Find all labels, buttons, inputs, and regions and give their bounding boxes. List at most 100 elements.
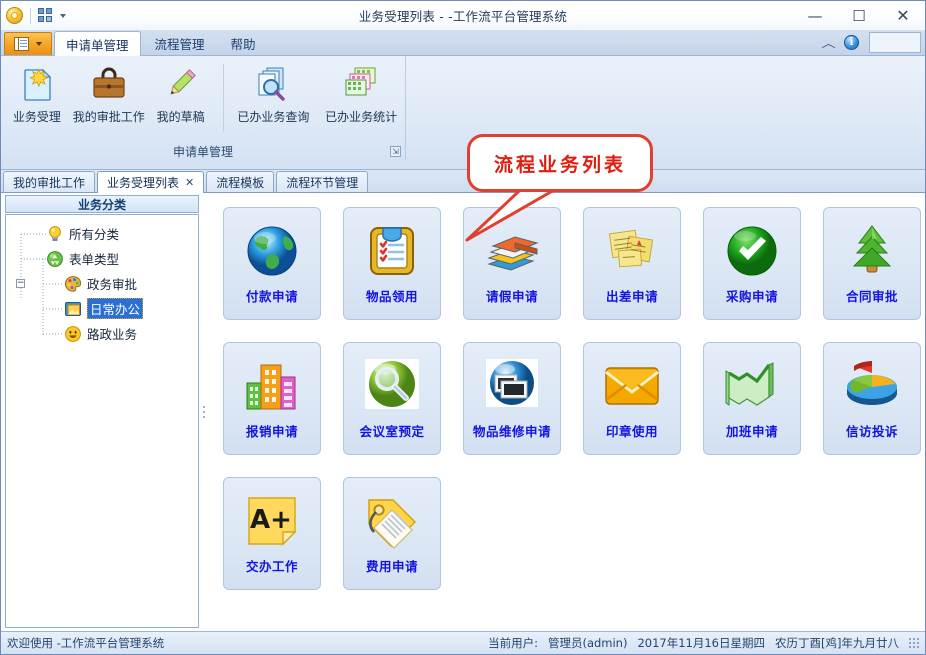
ribbon-tab-application-form[interactable]: 申请单管理 xyxy=(54,31,141,56)
tile-label: 费用申请 xyxy=(365,559,418,574)
ribbon-button-label: 已办业务统计 xyxy=(325,110,398,124)
ribbon-group-application-form: 业务受理 我的审批工作 我的草稿 已办业务查询 已办业务统计 申请单管理 ⇲ xyxy=(1,56,406,160)
buildings-icon xyxy=(241,355,303,417)
tree-item-daily-office[interactable]: 日常办公 xyxy=(6,296,198,321)
window-controls: — ☐ ✕ xyxy=(793,1,925,30)
tile-label: 印章使用 xyxy=(605,424,658,439)
category-tree[interactable]: 所有分类 − 表单类型 政务审批 日常办公 路政业务 xyxy=(5,214,199,628)
tile-contract-approval[interactable]: 合同审批 xyxy=(823,207,921,320)
ribbon-panel: 业务受理 我的审批工作 我的草稿 已办业务查询 已办业务统计 申请单管理 ⇲ 流… xyxy=(1,56,925,242)
ribbon-button-business-acceptance[interactable]: 业务受理 xyxy=(1,60,73,125)
callout-text: 流程业务列表 xyxy=(467,134,653,192)
magnifier-globe-icon xyxy=(361,355,423,417)
info-icon[interactable]: i xyxy=(844,35,859,50)
tile-label: 加班申请 xyxy=(725,424,778,439)
tile-meeting-room-booking[interactable]: 会议室预定 xyxy=(343,342,441,455)
area-chart-icon xyxy=(721,355,783,417)
smiley-icon xyxy=(64,325,82,343)
doc-tab-process-template[interactable]: 流程模板 xyxy=(206,171,275,192)
callout-bubble: 流程业务列表 xyxy=(465,134,653,242)
app-orb-icon[interactable] xyxy=(6,7,23,24)
maximize-button[interactable]: ☐ xyxy=(837,1,881,30)
ribbon-tab-tools: ︿ i xyxy=(821,30,925,55)
doc-tab-label: 我的审批工作 xyxy=(13,175,86,190)
ribbon-button-label: 我的草稿 xyxy=(156,110,205,124)
ribbon-button-label: 我的审批工作 xyxy=(72,110,145,124)
ribbon-button-my-draft[interactable]: 我的草稿 xyxy=(145,60,217,125)
status-user-label: 当前用户: xyxy=(488,636,538,650)
photos-globe-icon xyxy=(481,355,543,417)
ribbon-button-label: 已办业务查询 xyxy=(237,110,310,124)
books-icon xyxy=(481,220,543,282)
tile-label: 会议室预定 xyxy=(359,424,425,439)
status-welcome-text: 欢迎使用 -工作流平台管理系统 xyxy=(7,636,165,650)
tile-content-area: 付款申请 物品领用 请假申请 出差申请 采购申请 合同审批 报销申请 会议室预定… xyxy=(207,193,925,631)
statistics-icon xyxy=(341,64,381,104)
ribbon-button-label: 业务受理 xyxy=(12,110,61,124)
doc-tab-label: 流程模板 xyxy=(216,175,265,190)
palette-icon xyxy=(64,275,82,293)
tile-assigned-work[interactable]: A+ 交办工作 xyxy=(223,477,321,590)
tile-overtime-application[interactable]: 加班申请 xyxy=(703,342,801,455)
doc-tab-business-acceptance-list[interactable]: 业务受理列表 ✕ xyxy=(97,171,205,193)
splitter-grip-icon xyxy=(203,406,205,418)
ribbon-tab-help[interactable]: 帮助 xyxy=(219,31,268,55)
tile-label: 请假申请 xyxy=(485,289,538,304)
ribbon-button-completed-statistics[interactable]: 已办业务统计 xyxy=(317,60,405,125)
tile-reimbursement-application[interactable]: 报销申请 xyxy=(223,342,321,455)
ribbon-group-title: 申请单管理 ⇲ xyxy=(1,142,405,160)
ribbon-button-my-approval-work[interactable]: 我的审批工作 xyxy=(73,60,145,125)
menu-icon xyxy=(14,37,29,51)
ribbon-tab-process-management[interactable]: 流程管理 xyxy=(143,31,217,55)
tile-label: 信访投诉 xyxy=(845,424,898,439)
tree-item-government-approval[interactable]: 政务审批 xyxy=(6,271,198,296)
minimize-button[interactable]: — xyxy=(793,1,837,30)
doc-tab-process-node-management[interactable]: 流程环节管理 xyxy=(276,171,369,192)
ribbon-group-title-label: 申请单管理 xyxy=(172,144,233,159)
tile-label: 付款申请 xyxy=(245,289,298,304)
tile-goods-requisition[interactable]: 物品领用 xyxy=(343,207,441,320)
tile-label: 出差申请 xyxy=(605,289,658,304)
pencil-icon xyxy=(161,64,201,104)
ribbon-button-completed-query[interactable]: 已办业务查询 xyxy=(230,60,318,125)
doc-tab-my-approval-work[interactable]: 我的审批工作 xyxy=(3,171,96,192)
doc-tab-label: 流程环节管理 xyxy=(286,175,359,190)
tree-item-all-categories[interactable]: 所有分类 xyxy=(6,221,198,246)
ribbon-right-box[interactable] xyxy=(869,32,921,53)
tile-label: 合同审批 xyxy=(845,289,898,304)
ribbon-tab-strip: 申请单管理 流程管理 帮助 ︿ i xyxy=(1,30,925,56)
tree-item-label: 日常办公 xyxy=(87,298,144,319)
lightbulb-icon xyxy=(46,225,64,243)
tile-goods-repair-application[interactable]: 物品维修申请 xyxy=(463,342,561,455)
tree-item-form-type[interactable]: − 表单类型 xyxy=(6,246,198,288)
tile-label: 交办工作 xyxy=(245,559,298,574)
application-menu-button[interactable] xyxy=(4,32,52,55)
close-icon[interactable]: ✕ xyxy=(185,176,194,189)
tile-seal-usage[interactable]: 印章使用 xyxy=(583,342,681,455)
application-window: 业务受理列表 - -工作流平台管理系统 — ☐ ✕ 申请单管理 流程管理 帮助 … xyxy=(0,0,926,655)
resize-grip-icon[interactable] xyxy=(909,638,919,648)
status-user-value: 管理员(admin) xyxy=(547,636,628,650)
tile-purchase-application[interactable]: 采购申请 xyxy=(703,207,801,320)
search-documents-icon xyxy=(253,64,293,104)
status-bar: 欢迎使用 -工作流平台管理系统 当前用户: 管理员(admin) 2017年11… xyxy=(1,631,925,654)
chevron-up-icon[interactable]: ︿ xyxy=(821,35,835,51)
sidebar: 业务分类 所有分类 − 表单类型 政务审批 日常办公 路政业务 xyxy=(1,193,201,631)
chevron-down-icon[interactable] xyxy=(60,13,66,18)
window-image-icon xyxy=(64,300,82,318)
tree-item-label: 路政业务 xyxy=(87,327,138,342)
tile-petition-complaint[interactable]: 信访投诉 xyxy=(823,342,921,455)
tree-item-label: 表单类型 xyxy=(69,252,120,267)
tree-item-road-administration[interactable]: 路政业务 xyxy=(6,321,198,346)
close-button[interactable]: ✕ xyxy=(881,1,925,30)
clipboard-checklist-icon xyxy=(361,220,423,282)
quick-access-toolbar[interactable] xyxy=(1,7,66,24)
customize-quick-access-icon[interactable] xyxy=(38,8,53,23)
tile-expense-application[interactable]: 费用申请 xyxy=(343,477,441,590)
divider xyxy=(30,7,31,24)
dialog-launcher-icon[interactable]: ⇲ xyxy=(390,146,401,157)
doc-tab-label: 业务受理列表 xyxy=(107,176,180,190)
status-right-group: 当前用户: 管理员(admin) 2017年11月16日星期四 农历丁酉[鸡]年… xyxy=(488,635,919,651)
tile-payment-application[interactable]: 付款申请 xyxy=(223,207,321,320)
globe-icon xyxy=(241,220,303,282)
